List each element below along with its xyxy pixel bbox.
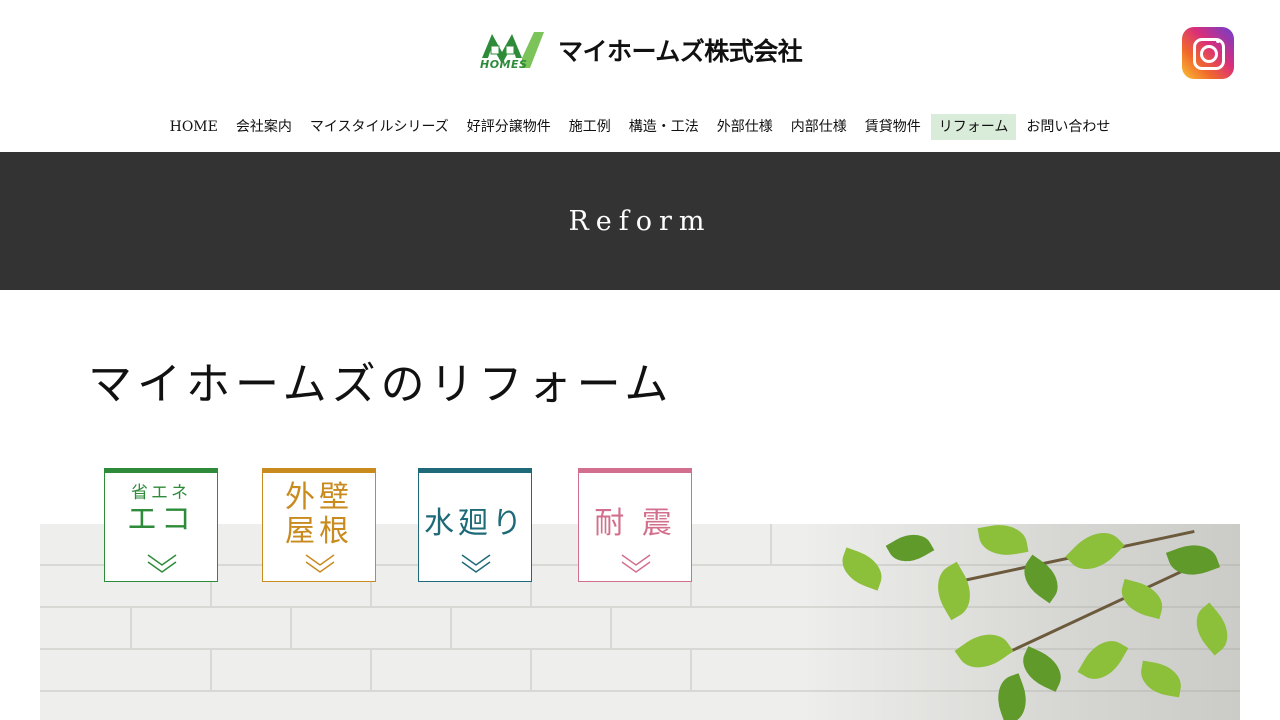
nav-item-rental[interactable]: 賃貸物件 xyxy=(857,114,929,140)
category-eco-button[interactable]: 省エネ エコ xyxy=(104,468,218,582)
nav-item-reform[interactable]: リフォーム xyxy=(930,114,1017,140)
nav-item-properties-for-sale[interactable]: 好評分譲物件 xyxy=(459,114,559,140)
chevron-down-icon xyxy=(305,554,335,573)
page-heading: マイホームズのリフォーム xyxy=(88,359,674,410)
category-wall-roof-button[interactable]: 外壁 屋根 xyxy=(262,468,376,582)
category-earthquake-label: 耐 震 xyxy=(594,506,676,541)
category-eco-label: エコ xyxy=(127,502,195,537)
category-roof-label: 屋根 xyxy=(285,514,353,549)
chevron-down-icon xyxy=(621,554,651,573)
logo-text: マイホームズ株式会社 xyxy=(558,37,803,66)
site-header: HOMES マイホームズ株式会社 HOME 会社案内 マイスタイルシリーズ 好評… xyxy=(0,0,1280,152)
logo-mark: HOMES xyxy=(478,28,554,72)
nav-item-construction-examples[interactable]: 施工例 xyxy=(561,114,619,140)
logo-mark-text: HOMES xyxy=(480,58,528,71)
category-earthquake-button[interactable]: 耐 震 xyxy=(578,468,692,582)
nav-item-mystyle-series[interactable]: マイスタイルシリーズ xyxy=(302,114,457,140)
page-banner: Reform xyxy=(0,152,1280,290)
category-water-button[interactable]: 水廻り xyxy=(418,468,532,582)
nav-item-company[interactable]: 会社案内 xyxy=(228,114,300,140)
nav-item-home[interactable]: HOME xyxy=(162,114,226,140)
nav-item-interior-specs[interactable]: 内部仕様 xyxy=(783,114,855,140)
chevron-down-icon xyxy=(461,554,491,573)
main-nav: HOME 会社案内 マイスタイルシリーズ 好評分譲物件 施工例 構造・工法 外部… xyxy=(0,114,1280,140)
company-logo[interactable]: HOMES マイホームズ株式会社 xyxy=(478,28,808,72)
instagram-icon[interactable] xyxy=(1182,27,1234,79)
banner-title: Reform xyxy=(568,205,712,237)
chevron-down-icon xyxy=(147,554,177,573)
category-wall-label: 外壁 xyxy=(285,480,353,515)
category-eco-sub: 省エネ xyxy=(131,483,191,503)
nav-item-structure[interactable]: 構造・工法 xyxy=(621,114,707,140)
nav-item-exterior-specs[interactable]: 外部仕様 xyxy=(709,114,781,140)
nav-item-contact[interactable]: お問い合わせ xyxy=(1018,114,1118,140)
category-water-label: 水廻り xyxy=(424,506,526,541)
